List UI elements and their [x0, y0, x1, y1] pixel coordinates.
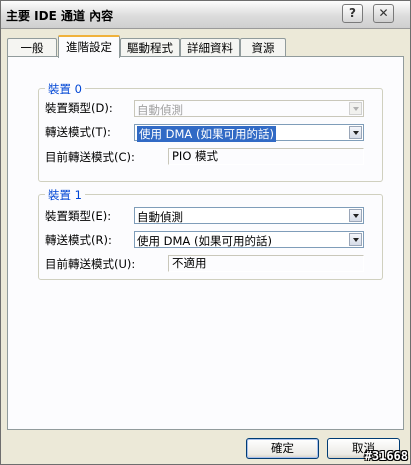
title-bar: 主要 IDE 通道 內容 ? ✕ [1, 1, 410, 29]
device0-transfer-label: 轉送模式(T): [45, 125, 111, 139]
device1-current-value: 不適用 [168, 255, 364, 272]
properties-dialog: 主要 IDE 通道 內容 ? ✕ 一般 進階設定 驅動程式 詳細資料 資源 裝置… [0, 0, 411, 465]
chevron-down-icon [349, 102, 362, 115]
device1-transfer-label: 轉送模式(R): [45, 233, 112, 247]
device0-title: 裝置 0 [45, 81, 85, 97]
device0-transfer-value: 使用 DMA (如果可用的話) [137, 126, 276, 142]
close-button[interactable]: ✕ [373, 4, 394, 23]
tab-panel: 裝置 0 裝置類型(D): 自動偵測 轉送模式(T): 使用 DMA (如果可用… [7, 56, 404, 430]
help-button[interactable]: ? [342, 4, 363, 23]
tab-driver[interactable]: 驅動程式 [120, 38, 180, 57]
ok-button[interactable]: 確定 [246, 438, 319, 459]
device0-current-value: PIO 模式 [168, 148, 364, 165]
device1-type-label: 裝置類型(E): [45, 209, 112, 223]
device1-transfer-value: 使用 DMA (如果可用的話) [137, 234, 272, 248]
chevron-down-icon[interactable] [349, 126, 362, 139]
tab-resources[interactable]: 資源 [240, 38, 286, 57]
chevron-down-icon[interactable] [349, 233, 362, 246]
tab-general[interactable]: 一般 [7, 38, 57, 57]
device1-title: 裝置 1 [45, 187, 85, 203]
device0-current-label: 目前轉送模式(C): [45, 150, 135, 164]
device1-type-select[interactable]: 自動偵測 [134, 207, 364, 224]
device0-type-value: 自動偵測 [137, 103, 183, 117]
device1-transfer-select[interactable]: 使用 DMA (如果可用的話) [134, 231, 364, 248]
chevron-down-icon[interactable] [349, 209, 362, 222]
watermark-text: #31668 [364, 449, 408, 463]
device0-group: 裝置 0 裝置類型(D): 自動偵測 轉送模式(T): 使用 DMA (如果可用… [38, 81, 383, 182]
device1-type-value: 自動偵測 [137, 210, 183, 224]
tab-details[interactable]: 詳細資料 [180, 38, 240, 57]
device1-group: 裝置 1 裝置類型(E): 自動偵測 轉送模式(R): 使用 DMA (如果可用… [38, 187, 383, 280]
window-title: 主要 IDE 通道 內容 [6, 9, 114, 23]
tab-advanced[interactable]: 進階設定 [58, 35, 120, 58]
device0-type-select: 自動偵測 [134, 100, 364, 117]
device0-transfer-select[interactable]: 使用 DMA (如果可用的話) [134, 124, 364, 142]
device0-type-label: 裝置類型(D): [45, 101, 113, 115]
device1-current-label: 目前轉送模式(U): [45, 257, 136, 271]
